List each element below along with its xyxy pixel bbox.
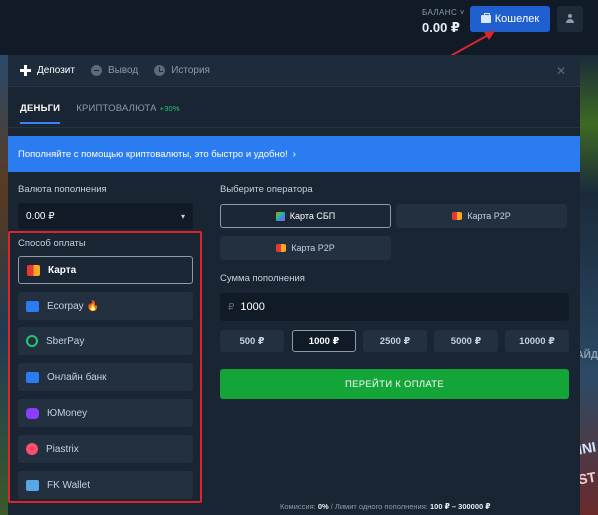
commission-value: 0% — [317, 502, 329, 511]
tab-withdraw[interactable]: Вывод — [90, 65, 139, 76]
method-label: SberPay — [46, 335, 85, 347]
modal-tabs: Депозит Вывод История ✕ — [8, 55, 580, 87]
fk-wallet-icon — [26, 479, 39, 491]
method-label: Карта — [48, 264, 77, 276]
method-yumoney[interactable]: ЮMoney — [18, 399, 193, 427]
card-icon — [27, 264, 40, 276]
currency-select[interactable]: 0.00 ₽ ▾ — [18, 203, 193, 229]
payment-method-label: Способ оплаты — [18, 238, 86, 249]
balance-label: БАЛАНС ˅ — [422, 8, 465, 17]
sberpay-icon — [26, 335, 38, 347]
preset-amount-button[interactable]: 2500 ₽ — [363, 330, 427, 352]
wallet-button-label: Кошелек — [494, 13, 540, 25]
user-icon — [565, 14, 575, 24]
tab-deposit[interactable]: Депозит — [20, 65, 75, 76]
preset-amount-button[interactable]: 5000 ₽ — [434, 330, 498, 352]
operator-p2p-card[interactable]: Карта P2P — [396, 204, 567, 228]
method-piastrix[interactable]: Piastrix — [18, 435, 193, 463]
bonus-badge: +30% — [159, 104, 180, 113]
operator-label-text: Карта P2P — [291, 243, 335, 253]
subtab-label: ДЕНЬГИ — [20, 103, 61, 114]
method-label: Онлайн банк — [47, 371, 107, 383]
divider — [8, 127, 580, 128]
deposit-modal: Депозит Вывод История ✕ ДЕНЬГИ КРИПТОВАЛ… — [8, 55, 580, 515]
crypto-promo-banner[interactable]: Пополняйте с помощью криптовалюты, это б… — [8, 136, 580, 172]
method-sberpay[interactable]: SberPay — [18, 327, 193, 355]
method-label: FK Wallet — [47, 479, 90, 491]
plus-icon — [20, 65, 31, 76]
amount-value: 1000 — [240, 301, 265, 313]
tab-label: Вывод — [107, 65, 139, 76]
clock-icon — [154, 65, 166, 76]
currency-label: Валюта пополнения — [18, 184, 107, 195]
preset-amount-button[interactable]: 1000 ₽ — [292, 330, 356, 352]
close-icon[interactable]: ✕ — [556, 64, 566, 78]
tab-label: История — [171, 65, 210, 76]
operator-sbp-card[interactable]: Карта СБП — [220, 204, 391, 228]
piastrix-icon — [26, 443, 38, 455]
subtab-label: КРИПТОВАЛЮТА — [76, 103, 157, 114]
method-ecorpay[interactable]: Ecorpay 🔥 — [18, 292, 193, 320]
method-fk-wallet[interactable]: FK Wallet — [18, 471, 193, 499]
preset-amount-button[interactable]: 10000 ₽ — [505, 330, 569, 352]
amount-label: Сумма пополнения — [220, 273, 305, 284]
bank-icon — [26, 371, 39, 383]
method-online-bank[interactable]: Онлайн банк — [18, 363, 193, 391]
operator-label-text: Карта СБП — [289, 211, 336, 221]
method-card[interactable]: Карта — [18, 256, 193, 284]
top-header: БАЛАНС ˅ 0.00 ₽ Кошелек — [0, 0, 598, 55]
payment-type-tabs: ДЕНЬГИ КРИПТОВАЛЮТА +30% — [20, 103, 180, 124]
minus-circle-icon — [90, 65, 102, 76]
yumoney-icon — [26, 407, 39, 419]
amount-input[interactable]: ₽ 1000 — [220, 293, 569, 321]
subtab-money[interactable]: ДЕНЬГИ — [20, 103, 61, 124]
profile-button[interactable] — [557, 6, 583, 32]
method-label: Ecorpay 🔥 — [47, 300, 99, 312]
mastercard-icon — [452, 212, 463, 220]
chevron-down-icon: ▾ — [180, 211, 185, 221]
ruble-icon: ₽ — [228, 301, 235, 313]
wallet-icon — [480, 13, 491, 23]
method-label: ЮMoney — [47, 407, 88, 419]
sbp-icon — [275, 211, 285, 221]
operator-label: Выберите оператора — [220, 184, 313, 195]
preset-amount-button[interactable]: 500 ₽ — [220, 330, 284, 352]
banner-text: Пополняйте с помощью криптовалюты, это б… — [18, 148, 288, 160]
ecorpay-icon — [26, 300, 39, 312]
limit-value: 100 ₽ – 300000 ₽ — [430, 502, 491, 511]
background-art-left — [0, 55, 8, 515]
proceed-to-payment-button[interactable]: ПЕРЕЙТИ К ОПЛАТЕ — [220, 369, 569, 399]
chevron-right-icon: › — [292, 148, 297, 160]
operator-label-text: Карта P2P — [467, 211, 511, 221]
limit-label: / Лимит одного пополнения: — [330, 502, 428, 511]
tab-label: Депозит — [37, 65, 75, 76]
subtab-crypto[interactable]: КРИПТОВАЛЮТА +30% — [76, 103, 180, 124]
operator-p2p-card[interactable]: Карта P2P — [220, 236, 391, 260]
limits-note: Комиссия: 0% / Лимит одного пополнения: … — [280, 502, 490, 511]
commission-label: Комиссия: — [280, 502, 316, 511]
method-label: Piastrix — [46, 443, 79, 455]
currency-value: 0.00 ₽ — [26, 210, 55, 222]
tab-history[interactable]: История — [154, 65, 210, 76]
mastercard-icon — [276, 244, 287, 252]
